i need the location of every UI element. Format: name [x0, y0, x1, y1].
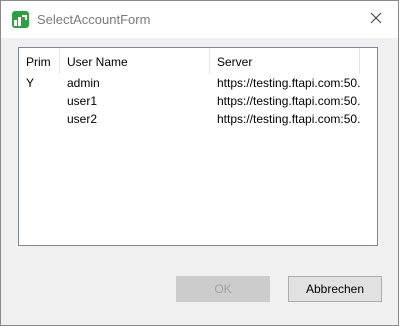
cell-prim [26, 110, 60, 128]
table-row[interactable]: user1 https://testing.ftapi.com:50... [19, 92, 377, 110]
column-header-prim[interactable]: Prim [19, 48, 60, 74]
column-header-user-name[interactable]: User Name [60, 48, 210, 74]
account-list[interactable]: Prim User Name Server Y admin https://te… [18, 47, 378, 246]
list-header: Prim User Name Server [19, 48, 377, 74]
close-button[interactable] [362, 6, 390, 32]
app-icon [12, 11, 29, 28]
title-bar[interactable]: SelectAccountForm [1, 1, 398, 38]
cell-server: https://testing.ftapi.com:50... [217, 94, 360, 108]
ok-button[interactable]: OK [176, 276, 270, 302]
cell-prim: Y [26, 76, 35, 90]
cell-user-name: user2 [67, 112, 98, 126]
select-account-dialog: SelectAccountForm Prim User Name Server … [0, 0, 399, 326]
cancel-button[interactable]: Abbrechen [288, 276, 382, 302]
table-row[interactable]: Y admin https://testing.ftapi.com:50... [19, 74, 377, 92]
window-title: SelectAccountForm [37, 12, 151, 27]
cell-server: https://testing.ftapi.com:50... [217, 112, 360, 126]
table-row[interactable]: user2 https://testing.ftapi.com:50... [19, 110, 377, 128]
cell-user-name: admin [67, 76, 100, 90]
column-header-server[interactable]: Server [210, 48, 360, 74]
cell-user-name: user1 [67, 94, 98, 108]
cell-server: https://testing.ftapi.com:50... [217, 76, 360, 90]
cell-prim [26, 92, 60, 110]
column-header-filler [360, 48, 377, 74]
close-icon [370, 12, 382, 24]
